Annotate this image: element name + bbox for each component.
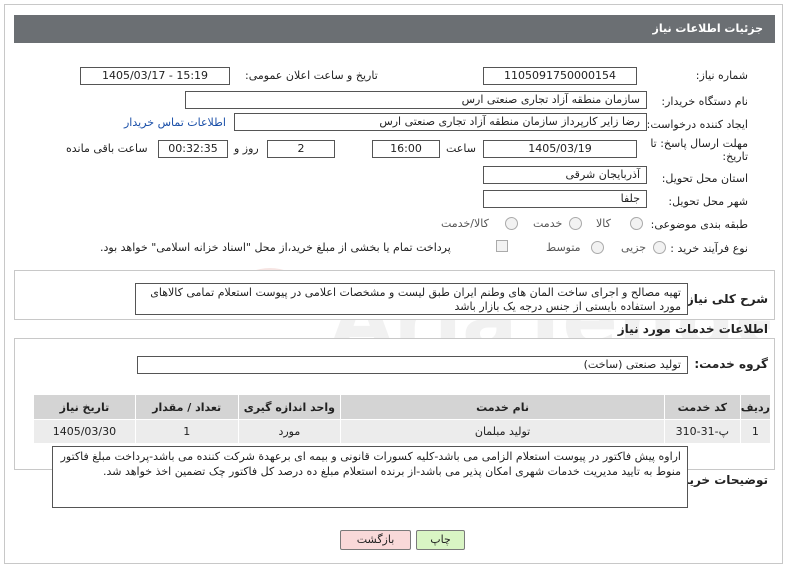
creator-label: ایجاد کننده درخواست: — [646, 118, 748, 131]
table-row: 1 پ-31-310 تولید مبلمان مورد 1 1405/03/3… — [33, 419, 772, 444]
remaining-time-label: ساعت باقی مانده — [66, 142, 148, 155]
col-quantity: تعداد / مقدار — [134, 394, 239, 420]
process-minor-label: جزیی — [621, 241, 647, 254]
cell-need-date: 1405/03/30 — [33, 419, 136, 444]
col-row: ردیف — [739, 394, 772, 420]
description-text: تهیه مصالح و اجرای ساخت المان های وطنم ا… — [135, 283, 688, 315]
col-need-date: تاریخ نیاز — [33, 394, 136, 420]
print-button[interactable]: چاپ — [416, 530, 465, 550]
creator-field: رضا زایر کارپرداز سازمان منطقه آزاد تجار… — [234, 113, 647, 131]
col-service-name: نام خدمت — [340, 394, 665, 420]
cell-unit: مورد — [237, 419, 342, 444]
deadline-label: مهلت ارسال پاسخ: تا تاریخ: — [650, 137, 748, 163]
service-group-field: تولید صنعتی (ساخت) — [137, 356, 688, 374]
back-button[interactable]: بازگشت — [340, 530, 411, 550]
process-type-label: نوع فرآیند خرید : — [670, 242, 748, 255]
need-number-field: 1105091750000154 — [483, 67, 637, 85]
city-label: شهر محل تحویل: — [668, 195, 748, 208]
deadline-time-label: ساعت — [446, 142, 476, 155]
services-table: ردیف کد خدمت نام خدمت واحد اندازه گیری ت… — [33, 394, 772, 444]
buyer-notes-text: اراوه پیش فاکتور در پیوست استعلام الزامی… — [52, 446, 688, 508]
days-label: روز و — [234, 142, 259, 155]
deadline-time-field: 16:00 — [372, 140, 440, 158]
remaining-time-field: 00:32:35 — [158, 140, 228, 158]
city-field: جلفا — [483, 190, 647, 208]
announce-date-field: 1405/03/17 - 15:19 — [80, 67, 230, 85]
col-service-code: کد خدمت — [663, 394, 741, 420]
announce-date-label: تاریخ و ساعت اعلان عمومی: — [245, 69, 378, 82]
category-service-label: خدمت — [533, 217, 563, 230]
province-field: آذربایجان شرقی — [483, 166, 647, 184]
need-number-label: شماره نیاز: — [695, 69, 748, 82]
category-goods-label: کالا — [596, 217, 611, 230]
category-service-radio[interactable] — [569, 217, 582, 230]
col-unit: واحد اندازه گیری — [237, 394, 342, 420]
treasury-payment-note: پرداخت تمام یا بخشی از مبلغ خرید،از محل … — [100, 241, 451, 254]
province-label: استان محل تحویل: — [661, 172, 748, 185]
buyer-contact-link[interactable]: اطلاعات تماس خریدار — [124, 116, 226, 129]
buyer-org-field: سازمان منطقه آزاد تجاری صنعتی ارس — [185, 91, 647, 109]
cell-service-code: پ-31-310 — [663, 419, 741, 444]
category-goods-service-radio[interactable] — [505, 217, 518, 230]
description-label: شرح کلی نیاز: — [682, 292, 768, 306]
days-remaining-field: 2 — [267, 140, 335, 158]
page-header: جزئیات اطلاعات نیاز — [14, 15, 775, 43]
process-medium-label: متوسط — [546, 241, 581, 254]
category-goods-service-label: کالا/خدمت — [441, 217, 489, 230]
service-group-label: گروه خدمت: — [694, 357, 768, 371]
process-minor-radio[interactable] — [653, 241, 666, 254]
deadline-date-field: 1405/03/19 — [483, 140, 637, 158]
buyer-org-label: نام دستگاه خریدار: — [661, 95, 748, 108]
category-goods-radio[interactable] — [630, 217, 643, 230]
cell-row: 1 — [739, 419, 772, 444]
services-title: اطلاعات خدمات مورد نیاز — [617, 322, 768, 336]
treasury-payment-checkbox[interactable] — [496, 240, 508, 252]
cell-service-name: تولید مبلمان — [340, 419, 665, 444]
cell-quantity: 1 — [134, 419, 239, 444]
category-label: طبقه بندی موضوعی: — [650, 218, 748, 231]
process-medium-radio[interactable] — [591, 241, 604, 254]
services-table-header: ردیف کد خدمت نام خدمت واحد اندازه گیری ت… — [33, 394, 772, 420]
